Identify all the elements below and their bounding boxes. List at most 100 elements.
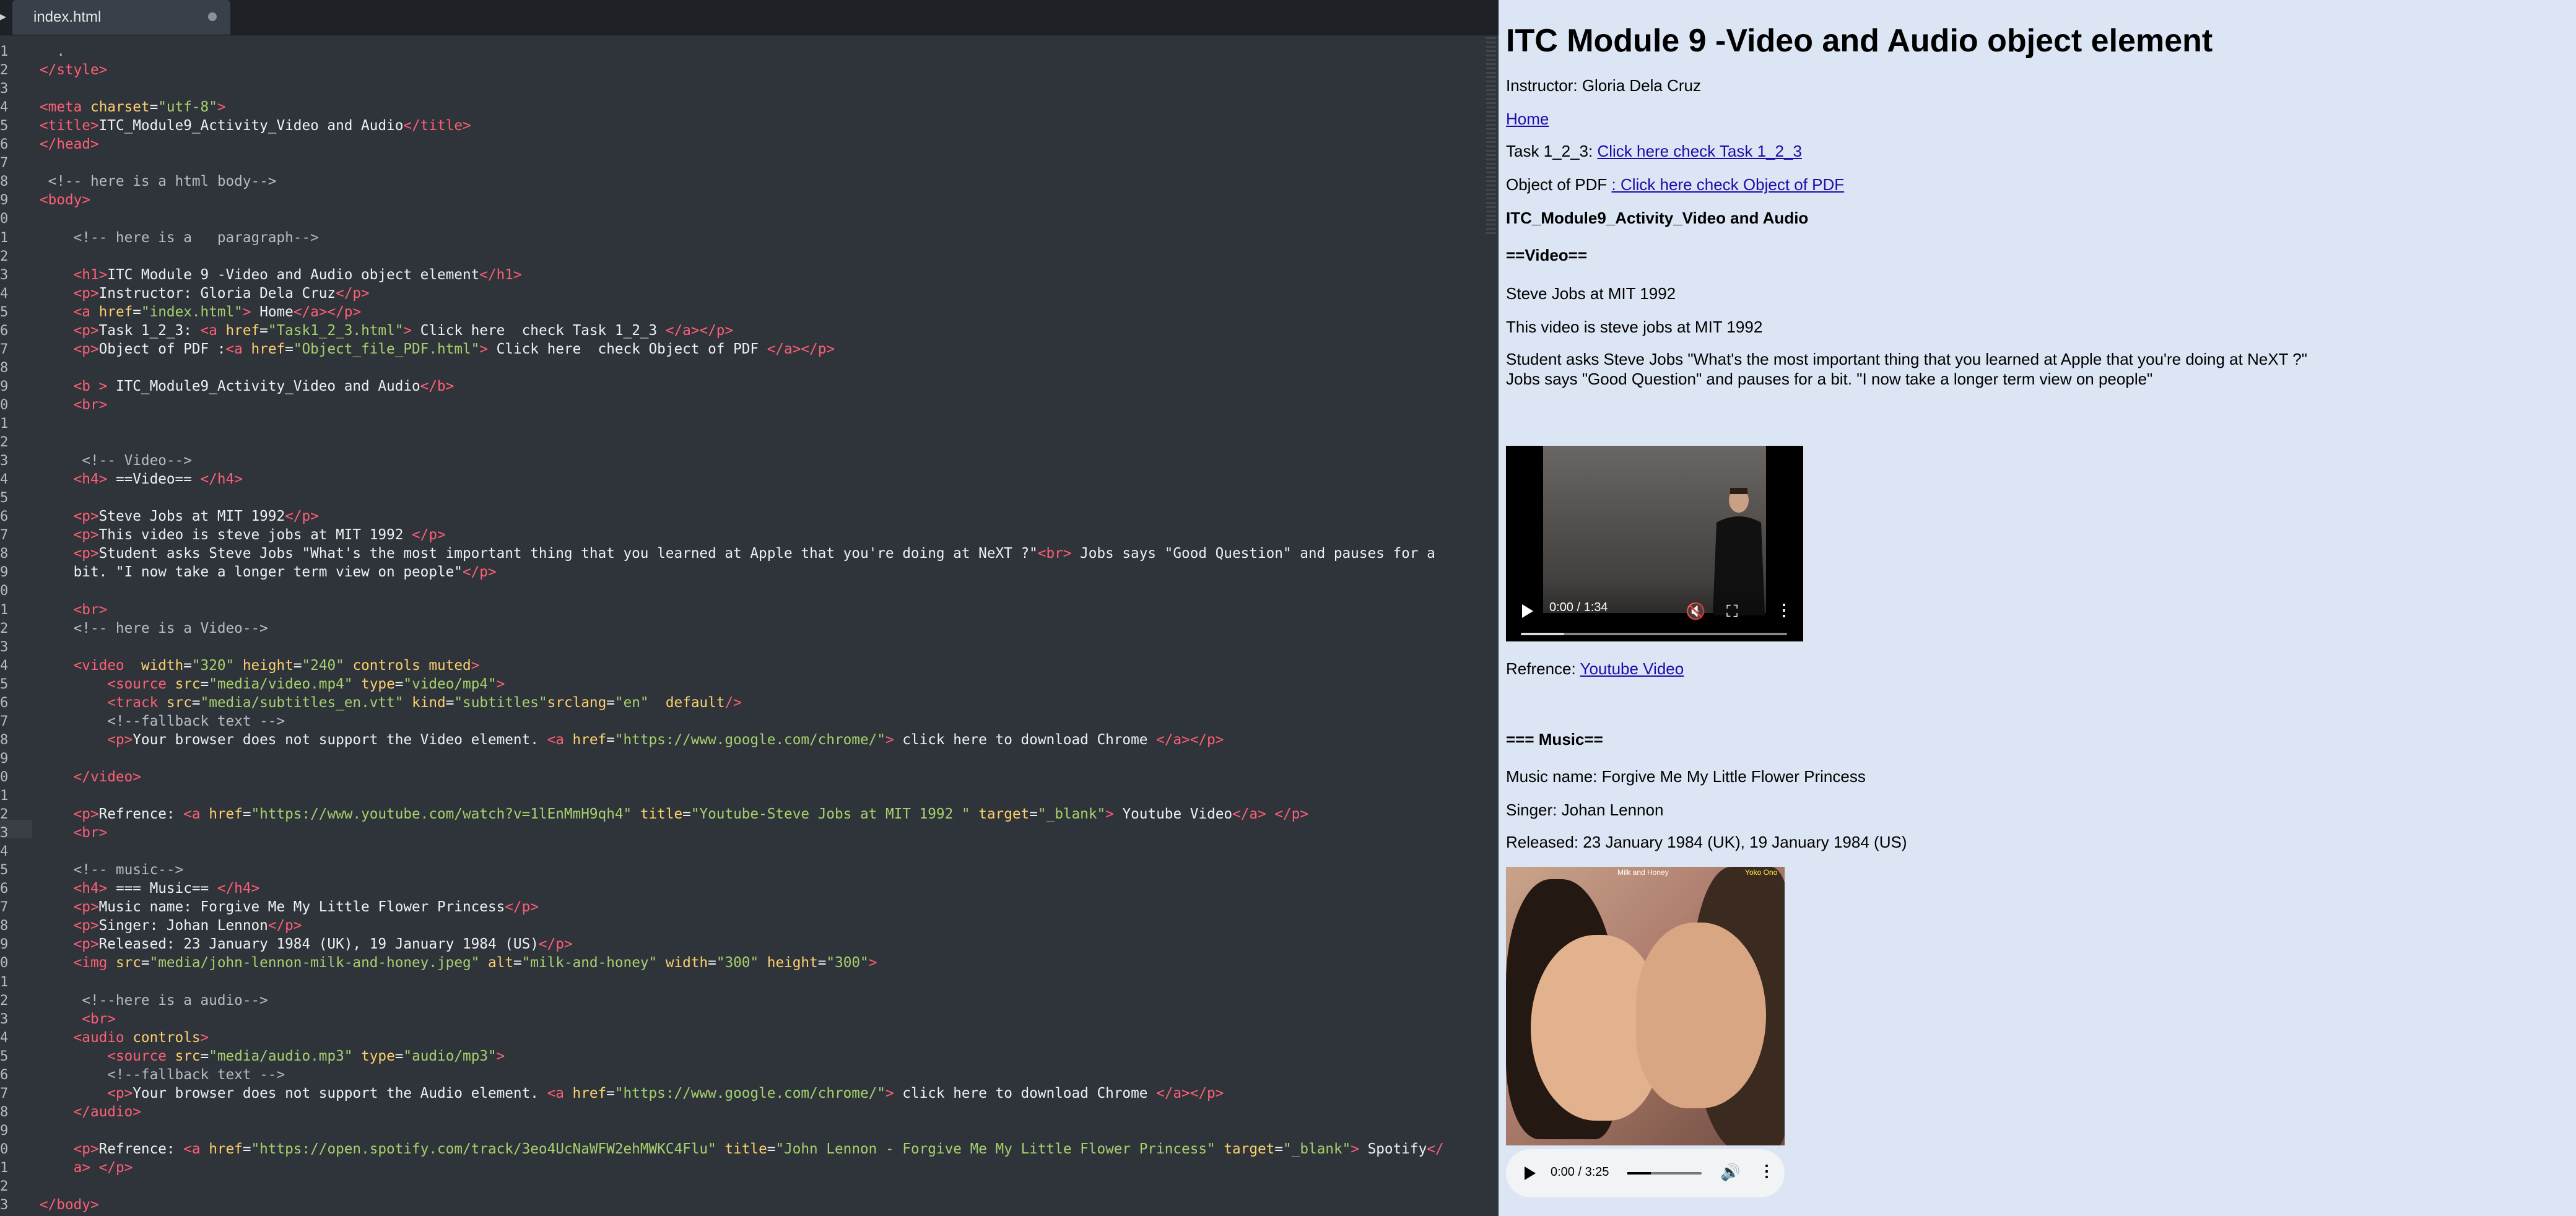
code-line[interactable]: <title>ITC_Module9_Activity_Video and Au… <box>40 116 471 135</box>
code-token: > <box>479 341 488 357</box>
code-line[interactable]: <b > ITC_Module9_Activity_Video and Audi… <box>40 377 455 396</box>
code-line[interactable]: <p>Your browser does not support the Aud… <box>40 1084 1224 1103</box>
code-token: <video <box>73 657 141 674</box>
code-line[interactable]: </video> <box>40 768 141 786</box>
code-line[interactable]: <p>This video is steve jobs at MIT 1992 … <box>40 526 446 544</box>
code-line[interactable]: <video width="320" height="240" controls… <box>40 656 480 675</box>
code-line[interactable]: <h4> ==Video== </h4> <box>40 470 243 489</box>
code-line[interactable]: </style> <box>40 61 107 79</box>
code-line[interactable]: <h1>ITC Module 9 -Video and Audio object… <box>40 266 522 284</box>
code-line[interactable]: a> </p> <box>40 1158 133 1177</box>
code-token: <!-- here is a paragraph--> <box>40 229 319 246</box>
code-line[interactable]: <p>Singer: Johan Lennon</p> <box>40 916 302 935</box>
code-line[interactable]: <br> <box>40 823 108 842</box>
minimap[interactable] <box>1486 37 1496 235</box>
code-line[interactable]: <!-- here is a paragraph--> <box>40 228 319 247</box>
line-number: 7 <box>0 341 9 357</box>
more-options-icon[interactable]: ⋮ <box>1759 1162 1775 1181</box>
code-line[interactable]: </audio> <box>40 1103 141 1121</box>
code-editor[interactable]: ▸ index.html 1 2 3 4 5 6 7 8 9 0 1 2 3 4 5 6 7 8 9 0 1 2 3 4 5 6 7… <box>0 0 1499 1216</box>
code-token: <br> <box>73 825 108 841</box>
unsaved-dot-icon[interactable] <box>208 12 217 21</box>
code-token: = <box>285 341 294 357</box>
home-link[interactable]: Home <box>1506 110 1549 128</box>
code-line[interactable]: <!-- here is a Video--> <box>40 619 268 638</box>
muted-speaker-icon[interactable]: 🔇 <box>1686 602 1705 621</box>
code-token: > <box>1105 806 1114 823</box>
code-line[interactable]: <p>Task 1_2_3: <a href="Task1_2_3.html">… <box>40 321 733 340</box>
volume-icon[interactable]: 🔊 <box>1720 1163 1740 1182</box>
line-number: 8 <box>0 732 9 748</box>
code-line[interactable]: <img src="media/john-lennon-milk-and-hon… <box>40 953 877 972</box>
code-line[interactable]: <p>Music name: Forgive Me My Little Flow… <box>40 898 539 916</box>
code-token: src <box>175 1048 201 1064</box>
play-icon[interactable] <box>1525 1166 1536 1180</box>
code-line[interactable]: </body> <box>40 1196 99 1214</box>
code-line[interactable]: <!-- Video--> <box>40 451 192 470</box>
code-token: click here to download Chrome <box>894 731 1157 748</box>
code-line[interactable]: <audio controls> <box>40 1028 209 1047</box>
code-line[interactable]: <br> <box>40 396 108 414</box>
code-line[interactable]: <p>Released: 23 January 1984 (UK), 19 Ja… <box>40 935 573 953</box>
line-number: 3 <box>0 1011 9 1027</box>
pdf-link[interactable]: : Click here check Object of PDF <box>1612 175 1845 194</box>
line-number: 5 <box>0 118 9 134</box>
code-line[interactable]: <!--fallback text --> <box>40 1066 285 1084</box>
play-icon[interactable] <box>1522 604 1533 618</box>
more-options-icon[interactable]: ⋮ <box>1776 601 1792 620</box>
code-token: = <box>149 99 159 116</box>
code-line[interactable]: <p>Refrence: <a href="https://www.youtub… <box>40 805 1308 823</box>
youtube-link[interactable]: Youtube Video <box>1580 659 1684 678</box>
code-token: href <box>251 341 285 357</box>
code-token: = <box>394 675 404 692</box>
code-line[interactable]: <body> <box>40 191 90 209</box>
video-buffered-bar <box>1521 633 1564 635</box>
code-token: <!-- Video--> <box>40 453 192 469</box>
code-token: a> <box>40 1160 90 1176</box>
code-line[interactable]: <p>Refrence: <a href="https://open.spoti… <box>40 1140 1444 1158</box>
code-token: </p> <box>285 508 319 525</box>
code-line[interactable]: bit. "I now take a longer term view on p… <box>40 563 497 581</box>
code-line[interactable]: <track src="media/subtitles_en.vtt" kind… <box>40 693 742 712</box>
code-line[interactable]: <p>Instructor: Gloria Dela Cruz</p> <box>40 284 370 303</box>
code-token: > <box>217 99 226 116</box>
code-line[interactable]: <p>Object of PDF :<a href="Object_file_P… <box>40 340 835 358</box>
task-link[interactable]: Click here check Task 1_2_3 <box>1597 142 1801 160</box>
code-line[interactable]: <a href="index.html"> Home</a></p> <box>40 303 361 321</box>
code-token: = <box>682 806 691 823</box>
code-token: </b> <box>420 378 455 394</box>
code-line[interactable]: <!--fallback text --> <box>40 712 285 731</box>
line-number: 5 <box>0 676 9 692</box>
code-line[interactable]: <!-- here is a html body--> <box>40 172 277 191</box>
code-line[interactable]: <!-- music--> <box>40 861 184 879</box>
code-line[interactable]: <p>Your browser does not support the Vid… <box>40 731 1224 749</box>
tab-scroll-left-icon[interactable]: ▸ <box>0 9 9 25</box>
code-line[interactable]: <br> <box>40 601 108 619</box>
code-line[interactable]: <!--here is a audio--> <box>40 991 268 1010</box>
code-token: > <box>200 1029 209 1046</box>
code-line[interactable]: . <box>40 42 65 61</box>
code-token: . <box>40 43 65 59</box>
code-line[interactable]: <h4> === Music== </h4> <box>40 879 260 898</box>
code-line[interactable]: <meta charset="utf-8"> <box>40 98 226 116</box>
code-line[interactable]: <source src="media/audio.mp3" type="audi… <box>40 1047 505 1066</box>
line-number: 2 <box>0 435 9 451</box>
tab-index-html[interactable]: index.html <box>12 0 230 35</box>
code-area[interactable]: . </style> <meta charset="utf-8"> <title>IT… <box>40 35 1489 1216</box>
code-line[interactable]: <br> <box>40 1010 116 1028</box>
code-line[interactable]: <p>Steve Jobs at MIT 1992</p> <box>40 507 319 526</box>
video-player[interactable]: 0:00 / 1:34 🔇 ⛶ ⋮ <box>1506 446 1803 641</box>
code-line[interactable]: <p>Student asks Steve Jobs "What's the m… <box>40 544 1435 563</box>
audio-player[interactable]: 0:00 / 3:25 🔊 ⋮ <box>1506 1149 1785 1197</box>
code-token: target <box>978 806 1030 823</box>
fullscreen-icon[interactable]: ⛶ <box>1726 602 1738 622</box>
code-line[interactable]: </head> <box>40 135 99 154</box>
code-line[interactable]: <source src="media/video.mp4" type="vide… <box>40 675 505 693</box>
code-token: "media/video.mp4" <box>209 675 353 692</box>
